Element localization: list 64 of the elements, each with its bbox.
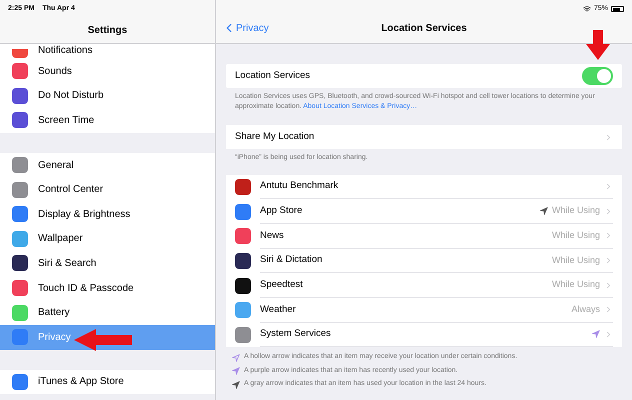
sidebar-item[interactable]: Siri & Search — [0, 251, 215, 276]
app-name: Antutu Benchmark — [260, 179, 340, 194]
app-row[interactable]: System Services — [226, 322, 622, 348]
app-row[interactable]: Siri & Dictation While Using — [226, 248, 622, 274]
sidebar-label: Battery — [38, 306, 70, 320]
chevron-icon — [604, 305, 613, 314]
app-name: Speedtest — [260, 278, 304, 292]
app-name: Weather — [260, 302, 297, 317]
app-row[interactable]: Speedtest While Using — [226, 273, 622, 298]
sidebar-item[interactable]: Wallpaper — [0, 226, 215, 252]
app-row[interactable]: App Store While Using — [226, 199, 622, 224]
chevron-icon — [604, 206, 613, 216]
sidebar-label: Notifications — [38, 44, 92, 58]
location-arrow-icon — [592, 330, 600, 338]
location-arrow-icon — [540, 207, 548, 216]
app-row[interactable]: Weather Always — [226, 298, 622, 323]
sidebar-label: Display & Brightness — [38, 208, 130, 222]
wifi-icon — [582, 5, 591, 14]
sidebar-item[interactable]: Control Center — [0, 177, 215, 202]
pointer-arrow — [586, 30, 610, 60]
sidebar-label: Sounds — [38, 64, 72, 79]
sidebar-label: Touch ID & Passcode — [38, 282, 134, 296]
page-title: Location Services — [381, 22, 467, 36]
sidebar-label: Siri & Search — [38, 256, 96, 271]
sidebar-label: Privacy — [38, 330, 71, 345]
chevron-icon — [604, 132, 613, 142]
sidebar-item[interactable]: Do Not Disturb — [0, 84, 215, 108]
app-name: App Store — [260, 204, 304, 218]
app-name: News — [260, 228, 285, 243]
chevron-icon — [604, 280, 613, 290]
sidebar-item[interactable]: General — [0, 152, 215, 178]
permission-value: While Using — [552, 228, 600, 242]
chevron-icon — [604, 330, 613, 339]
pointer-arrow — [74, 329, 132, 351]
permission-value: While Using — [552, 254, 600, 267]
share-location-row[interactable]: Share My Location — [226, 125, 622, 149]
app-name: System Services — [260, 327, 332, 342]
sidebar-item[interactable]: Touch ID & Passcode — [0, 276, 215, 300]
permission-value: Always — [571, 303, 600, 316]
sidebar-label: Do Not Disturb — [38, 89, 104, 104]
sidebar-label: General — [38, 158, 74, 173]
back-button[interactable]: Privacy — [222, 20, 269, 36]
sidebar-label: iTunes & App Store — [38, 375, 124, 390]
sidebar-item[interactable]: Screen Time — [0, 108, 215, 133]
sidebar-title: Settings — [88, 24, 128, 38]
sidebar-item[interactable]: Battery — [0, 300, 215, 325]
app-name: Siri & Dictation — [260, 253, 324, 268]
app-row[interactable]: Antutu Benchmark — [226, 174, 622, 200]
setting-label: Location Services — [235, 68, 310, 83]
sidebar-item[interactable]: Display & Brightness — [0, 202, 215, 227]
sidebar-item[interactable]: Sounds — [0, 59, 215, 84]
toggle-switch[interactable] — [582, 67, 613, 85]
sidebar-label: Control Center — [38, 183, 104, 198]
sidebar-label: Wallpaper — [38, 232, 83, 246]
battery-icon — [611, 6, 624, 12]
sidebar-label: Screen Time — [38, 114, 94, 128]
chevron-icon — [604, 182, 613, 191]
chevron-icon — [604, 256, 613, 265]
app-row[interactable]: News While Using — [226, 224, 622, 249]
permission-value: While Using — [552, 278, 600, 292]
permission-value: While Using — [552, 204, 600, 218]
sidebar-item[interactable]: iTunes & App Store — [0, 370, 215, 394]
chevron-icon — [604, 231, 613, 240]
sidebar-item[interactable]: Notifications — [0, 44, 215, 59]
